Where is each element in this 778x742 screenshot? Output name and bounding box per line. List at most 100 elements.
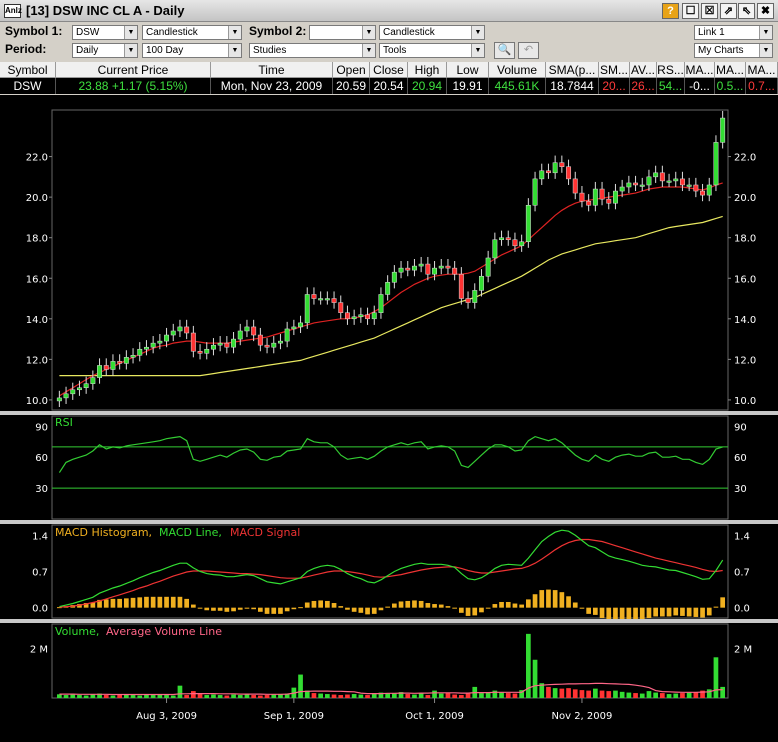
macd-histogram-bar bbox=[244, 607, 250, 609]
candle-body bbox=[103, 365, 109, 370]
volume-bar bbox=[532, 659, 538, 698]
candle-body bbox=[391, 271, 397, 283]
candle-body bbox=[56, 397, 62, 402]
candle-body bbox=[499, 237, 505, 240]
volume-bar bbox=[666, 694, 672, 698]
col-sma[interactable]: SMA(p... bbox=[546, 62, 599, 78]
quote-row[interactable]: DSW 23.88 +1.17 (5.15%) Mon, Nov 23, 200… bbox=[0, 78, 778, 94]
symbol1-label: Symbol 1: bbox=[5, 24, 63, 38]
col-open[interactable]: Open bbox=[333, 62, 370, 78]
volume-bar bbox=[418, 693, 424, 698]
macd-tick-left: 0.7 bbox=[32, 568, 48, 579]
macd-histogram-bar bbox=[418, 600, 424, 608]
quote-av: 26... bbox=[630, 78, 657, 94]
candle-body bbox=[679, 178, 685, 186]
col-rs[interactable]: RS... bbox=[657, 62, 685, 78]
volume-bar bbox=[371, 693, 377, 698]
candle-body bbox=[70, 389, 76, 395]
period-select[interactable]: Daily ▼ bbox=[72, 43, 138, 58]
rsi-panel: 30 30 60 60 90 90 bbox=[35, 415, 747, 520]
close-window-button[interactable]: ✖ bbox=[757, 3, 774, 19]
col-close[interactable]: Close bbox=[370, 62, 408, 78]
candle-body bbox=[231, 338, 237, 348]
quote-ma2: 0.5... bbox=[715, 78, 746, 94]
col-sm[interactable]: SM... bbox=[599, 62, 630, 78]
studies-value: Studies bbox=[253, 45, 287, 56]
my-charts-select[interactable]: My Charts ▼ bbox=[694, 43, 773, 58]
volume-bar bbox=[83, 695, 89, 698]
chevron-down-icon: ▼ bbox=[124, 26, 137, 39]
quote-ma3: 0.7... bbox=[746, 78, 778, 94]
macd-histogram-bar bbox=[586, 607, 591, 614]
volume-bar bbox=[559, 688, 565, 698]
candle-body bbox=[452, 267, 458, 275]
close-chart-button[interactable]: ☒ bbox=[701, 3, 718, 19]
col-current-price[interactable]: Current Price bbox=[56, 62, 211, 78]
candle-body bbox=[572, 178, 578, 194]
col-low[interactable]: Low bbox=[447, 62, 489, 78]
candle-body bbox=[123, 357, 129, 364]
col-ma1[interactable]: MA... bbox=[685, 62, 715, 78]
candle-body bbox=[579, 192, 585, 202]
candle-body bbox=[713, 142, 719, 186]
my-charts-value: My Charts bbox=[698, 45, 744, 56]
help-button[interactable]: ? bbox=[662, 3, 679, 19]
candle-body bbox=[639, 184, 645, 187]
shrink-button[interactable]: ⇖ bbox=[738, 3, 755, 19]
candle-body bbox=[720, 117, 726, 143]
symbol1-select[interactable]: DSW ▼ bbox=[72, 25, 138, 40]
undo-zoom-button[interactable]: ↶ bbox=[518, 42, 539, 59]
col-ma3[interactable]: MA... bbox=[746, 62, 778, 78]
macd-line bbox=[59, 529, 724, 608]
col-av[interactable]: AV... bbox=[630, 62, 657, 78]
quote-ma1: -0... bbox=[685, 78, 715, 94]
candle-body bbox=[411, 265, 417, 271]
symbol1-value: DSW bbox=[76, 27, 100, 38]
chart-type1-select[interactable]: Candlestick ▼ bbox=[142, 25, 242, 40]
volume-bar bbox=[572, 689, 578, 698]
candle-body bbox=[438, 265, 444, 269]
macd-tick-left: 0.0 bbox=[32, 604, 48, 615]
range-select[interactable]: 100 Day ▼ bbox=[142, 43, 242, 58]
volume-bar bbox=[57, 694, 62, 698]
candle-body bbox=[298, 322, 304, 328]
col-high[interactable]: High bbox=[408, 62, 447, 78]
macd-histogram-bar bbox=[365, 607, 370, 615]
macd-histogram-bar bbox=[626, 607, 632, 620]
candle-body bbox=[525, 205, 531, 242]
expand-button[interactable]: ⇗ bbox=[720, 3, 737, 19]
chart-type2-select[interactable]: Candlestick ▼ bbox=[379, 25, 485, 40]
volume-bar bbox=[90, 694, 96, 698]
rsi-line bbox=[58, 435, 723, 473]
zoom-button[interactable]: 🔍 bbox=[494, 42, 515, 59]
candle-body bbox=[358, 314, 364, 318]
col-symbol[interactable]: Symbol bbox=[0, 62, 56, 78]
candle-body bbox=[700, 190, 706, 196]
candle-body bbox=[284, 328, 290, 342]
volume-bar bbox=[258, 695, 263, 698]
col-ma2[interactable]: MA... bbox=[715, 62, 746, 78]
volume-bar bbox=[465, 693, 471, 698]
quote-volume: 445.61K bbox=[489, 78, 546, 94]
macd-histogram-bar bbox=[633, 607, 638, 620]
col-time[interactable]: Time bbox=[211, 62, 333, 78]
tools-select[interactable]: Tools ▼ bbox=[379, 43, 485, 58]
restore-button[interactable]: ☐ bbox=[682, 3, 699, 19]
volume-bar bbox=[485, 692, 491, 698]
macd-histogram-bar bbox=[532, 594, 538, 608]
macd-histogram-bar bbox=[325, 600, 330, 608]
symbol2-select[interactable]: ▼ bbox=[309, 25, 376, 40]
studies-select[interactable]: Studies ▼ bbox=[249, 43, 376, 58]
volume-bar bbox=[432, 690, 437, 698]
chart-canvas[interactable]: 10.0 10.0 12.0 12.0 14.0 14.0 16.0 16.0 18.0 18.0… bbox=[0, 95, 778, 742]
macd-histogram-bar bbox=[572, 602, 578, 608]
chevron-down-icon: ▼ bbox=[228, 44, 241, 57]
macd-histogram-bar bbox=[646, 607, 652, 618]
link-select[interactable]: Link 1 ▼ bbox=[694, 25, 773, 40]
chart-area[interactable]: 10.0 10.0 12.0 12.0 14.0 14.0 16.0 16.0 18.0 18.0… bbox=[0, 95, 778, 742]
volume-bar bbox=[452, 694, 457, 698]
price-tick-right: 10.0 bbox=[734, 396, 756, 407]
sma-long-line bbox=[59, 215, 723, 377]
volume-bar bbox=[405, 694, 411, 698]
col-volume[interactable]: Volume bbox=[489, 62, 546, 78]
